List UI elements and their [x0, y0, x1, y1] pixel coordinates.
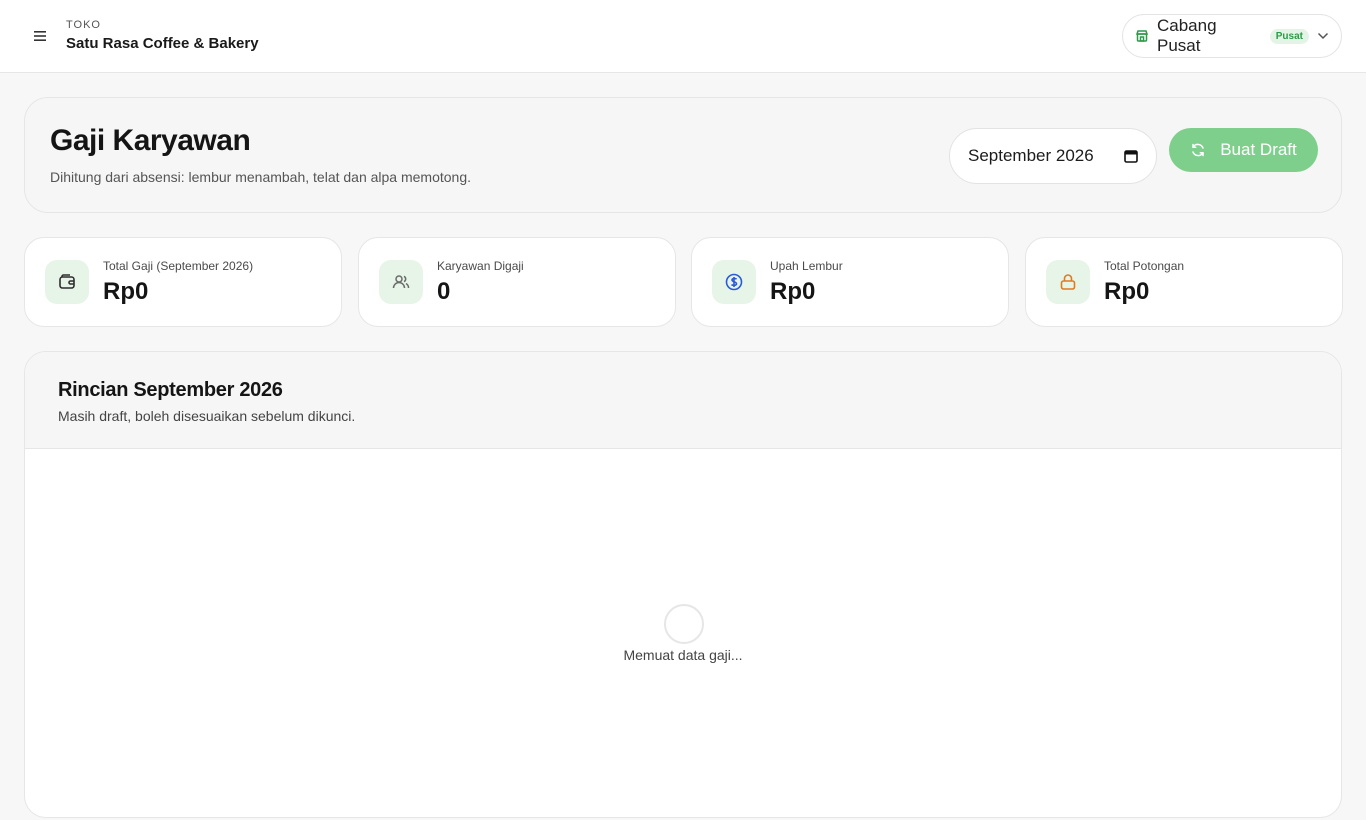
salary-details-panel: Rincian September 2026 Masih draft, bole… — [24, 351, 1342, 818]
page-header: Gaji Karyawan Dihitung dari absensi: lem… — [24, 97, 1342, 213]
store-name: Satu Rasa Coffee & Bakery — [66, 35, 259, 52]
loading-text: Memuat data gaji... — [623, 647, 743, 663]
details-title: Rincian September 2026 — [58, 379, 283, 401]
stat-card-overtime: Upah Lembur Rp0 — [691, 237, 1009, 327]
page-title: Gaji Karyawan — [50, 124, 251, 157]
branch-label: Cabang Pusat — [1157, 16, 1217, 55]
stat-value: Rp0 — [770, 278, 816, 305]
month-input[interactable]: September 2026 — [949, 128, 1157, 184]
stat-value: 0 — [437, 278, 451, 305]
dollar-circle-icon — [712, 260, 756, 304]
create-draft-label: Buat Draft — [1220, 140, 1297, 159]
page-subtitle: Dihitung dari absensi: lembur menambah, … — [50, 169, 472, 185]
chevron-down-icon — [1317, 32, 1329, 40]
stat-label: Total Gaji (September 2026) — [103, 259, 254, 273]
top-bar: TOKO Satu Rasa Coffee & Bakery Cabang Pu… — [0, 0, 1366, 73]
branch-select[interactable]: Cabang Pusat Pusat — [1122, 14, 1342, 58]
details-header: Rincian September 2026 Masih draft, bole… — [25, 352, 1341, 449]
stat-value: Rp0 — [1104, 278, 1150, 305]
calendar-icon[interactable] — [1124, 149, 1138, 163]
wallet-icon — [45, 260, 89, 304]
stat-value: Rp0 — [103, 278, 149, 305]
loading-spinner-icon — [664, 604, 704, 644]
month-value: September 2026 — [968, 146, 1094, 165]
stat-label: Total Potongan — [1104, 259, 1185, 273]
stat-label: Upah Lembur — [770, 259, 843, 273]
create-draft-button[interactable]: Buat Draft — [1169, 128, 1318, 172]
details-subtitle: Masih draft, boleh disesuaikan sebelum d… — [58, 408, 356, 424]
menu-icon[interactable] — [26, 24, 54, 48]
refresh-icon — [1190, 142, 1206, 158]
store-icon — [1135, 29, 1149, 43]
lock-icon — [1046, 260, 1090, 304]
store-kicker: TOKO — [66, 19, 101, 31]
stat-card-total-salary: Total Gaji (September 2026) Rp0 — [24, 237, 342, 327]
branch-badge: Pusat — [1269, 28, 1309, 44]
stat-card-employees: Karyawan Digaji 0 — [358, 237, 676, 327]
users-icon — [379, 260, 423, 304]
stat-label: Karyawan Digaji — [437, 259, 524, 273]
stat-card-deductions: Total Potongan Rp0 — [1025, 237, 1343, 327]
